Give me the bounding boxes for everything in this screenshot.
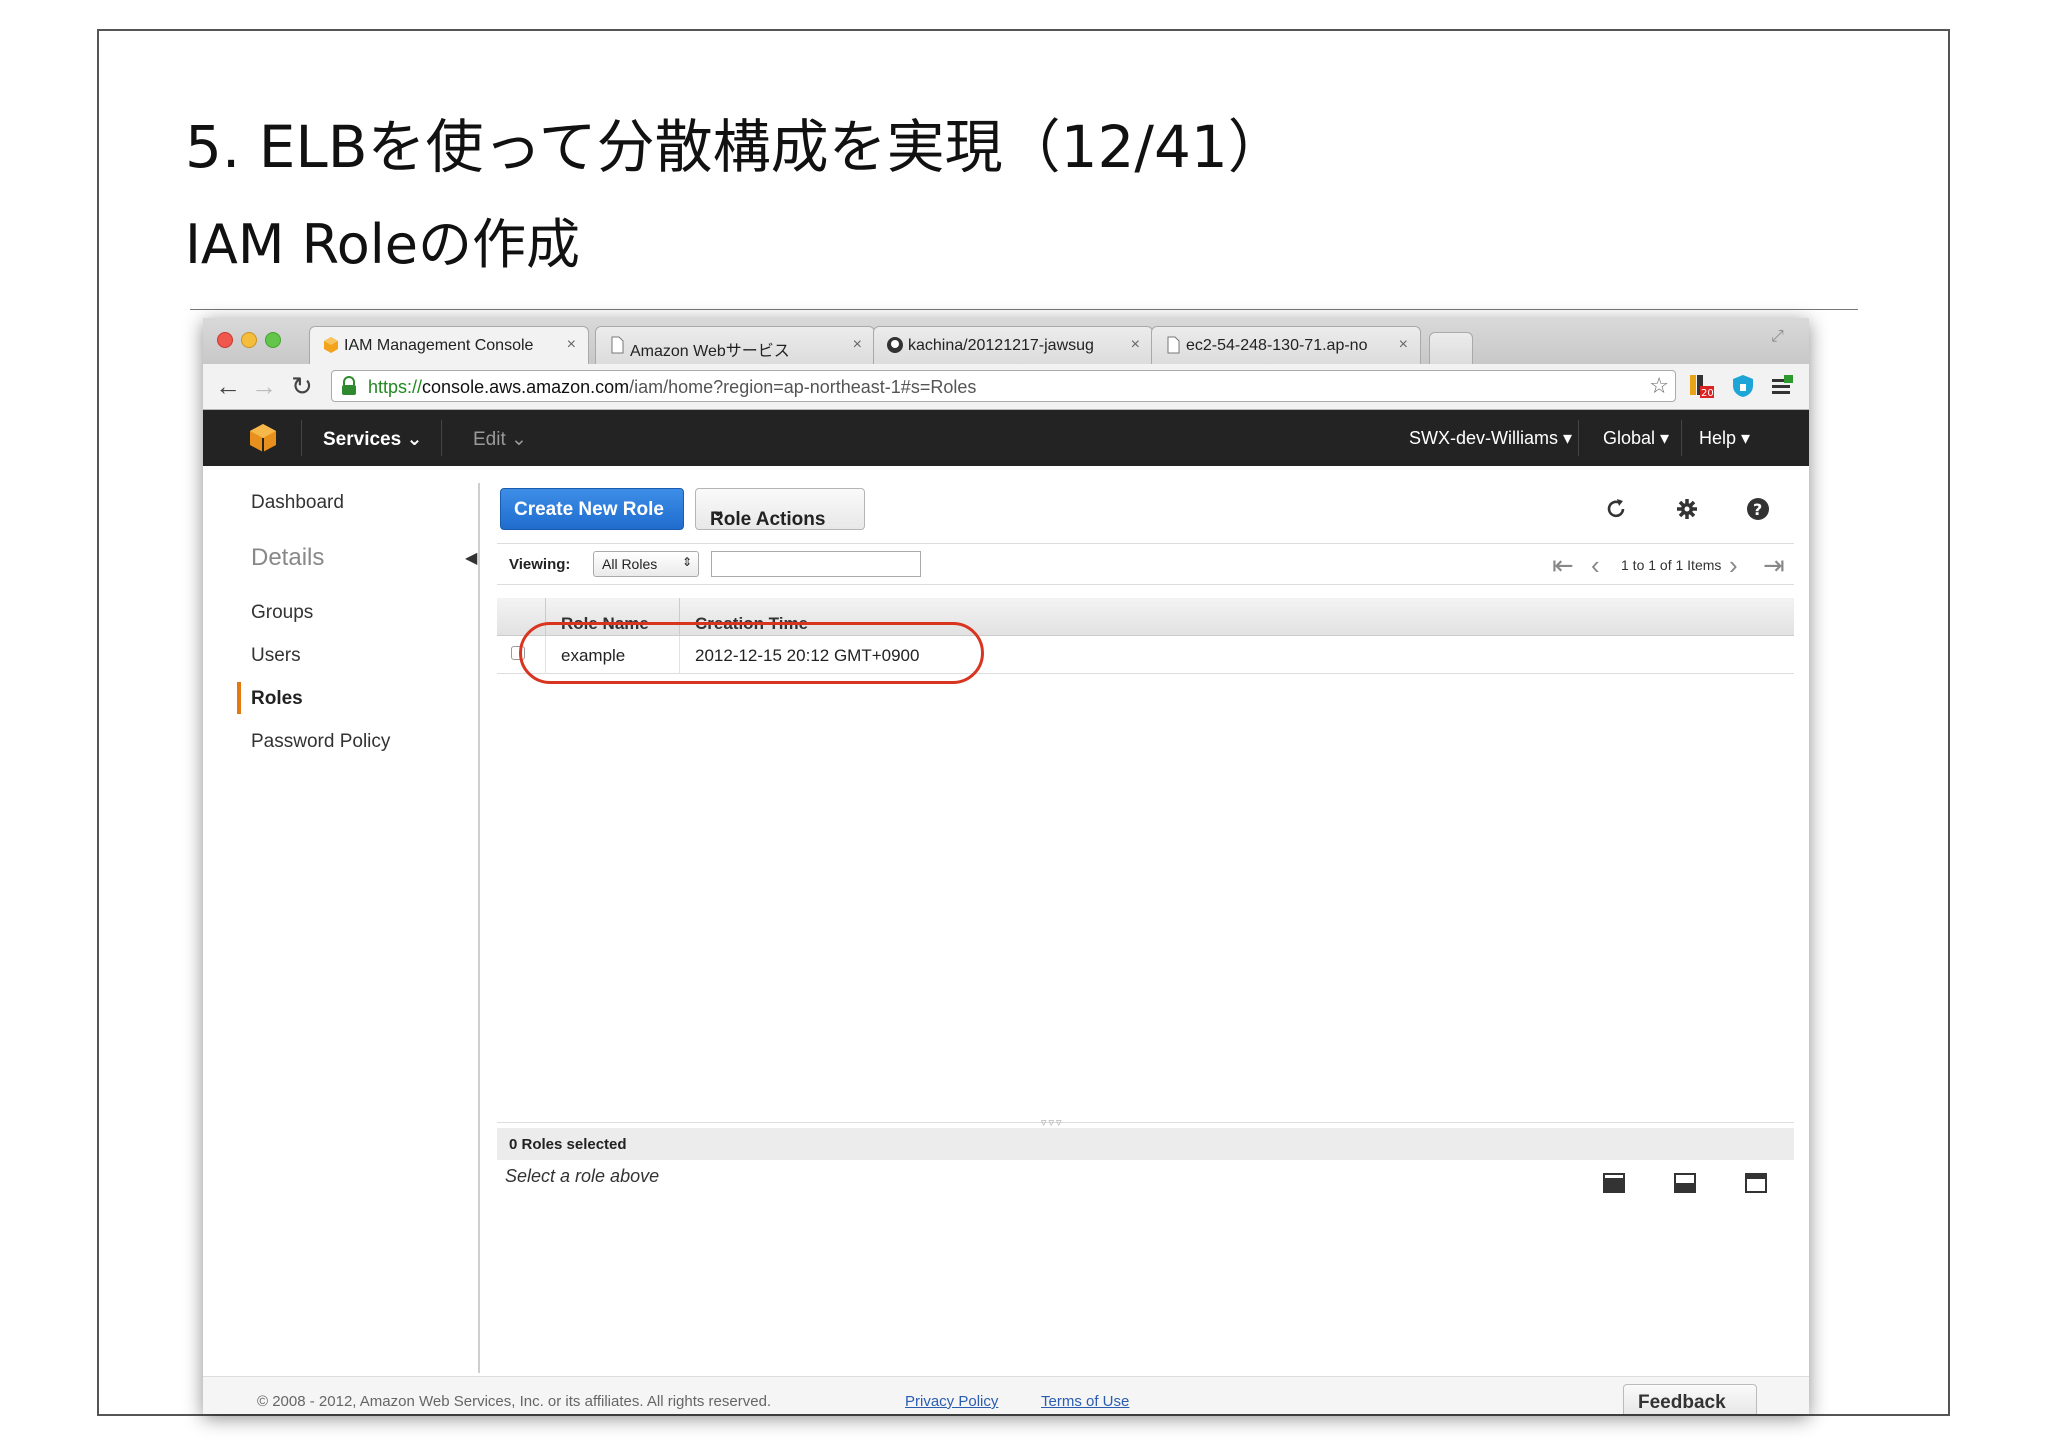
tab-label: ec2-54-248-130-71.ap-no: [1186, 337, 1368, 354]
sidebar-item-users[interactable]: Users: [251, 645, 301, 667]
settings-gear-icon[interactable]: [1674, 496, 1700, 522]
address-bar[interactable]: https://console.aws.amazon.com/iam/home?…: [331, 370, 1676, 402]
sidebar-item-roles[interactable]: Roles: [251, 688, 303, 710]
zoom-window-button[interactable]: [265, 332, 281, 348]
extension-bar-icon[interactable]: 20: [1688, 373, 1714, 399]
services-menu[interactable]: Services ⌄: [323, 428, 422, 451]
terms-of-use-link[interactable]: Terms of Use: [1041, 1393, 1129, 1410]
help-menu[interactable]: Help ▾: [1699, 428, 1750, 449]
header-separator: [1578, 420, 1579, 456]
new-tab-button[interactable]: [1429, 332, 1473, 364]
slide-divider: [190, 309, 1858, 310]
page-icon: [1167, 336, 1180, 354]
close-tab-icon[interactable]: ×: [1399, 336, 1408, 354]
region-menu[interactable]: Global ▾: [1603, 428, 1669, 449]
reload-icon[interactable]: ↻: [291, 372, 313, 400]
copyright-text: © 2008 - 2012, Amazon Web Services, Inc.…: [257, 1393, 772, 1410]
tab-label: IAM Management Console: [344, 337, 534, 354]
detail-empty-message: Select a role above: [505, 1166, 660, 1186]
aws-console-header: Services ⌄ Edit ⌄ SWX-dev-Williams ▾ Glo…: [203, 410, 1809, 466]
forward-arrow-icon[interactable]: →: [251, 372, 277, 400]
back-arrow-icon[interactable]: ←: [215, 372, 241, 400]
url-text: https://console.aws.amazon.com/iam/home?…: [368, 377, 977, 397]
aws-cube-icon[interactable]: [247, 422, 279, 454]
last-page-icon[interactable]: ⇥: [1763, 550, 1785, 581]
first-page-icon[interactable]: ⇤: [1552, 550, 1574, 581]
browser-toolbar: ← → ↻ https://console.aws.amazon.com/iam…: [203, 364, 1809, 410]
layout-split-pane-icon[interactable]: [1674, 1172, 1696, 1194]
viewing-label: Viewing:: [509, 556, 571, 573]
slide-title: 5. ELBを使って分散構成を実現（12/41）: [185, 113, 1286, 181]
close-window-button[interactable]: [217, 332, 233, 348]
feedback-button[interactable]: Feedback: [1623, 1384, 1757, 1414]
menu-icon[interactable]: [1769, 373, 1795, 399]
header-separator: [441, 420, 442, 456]
aws-cube-icon: [324, 337, 338, 353]
next-page-icon[interactable]: ›: [1729, 550, 1738, 581]
browser-window: IAM Management Console × Amazon Webサービス …: [203, 318, 1809, 1414]
tab-ec2-instance[interactable]: ec2-54-248-130-71.ap-no ×: [1151, 326, 1421, 364]
page-icon: [611, 336, 624, 354]
help-icon[interactable]: ?: [1745, 496, 1771, 522]
active-item-indicator: [237, 682, 241, 714]
pagination-text: 1 to 1 of 1 Items: [1621, 557, 1722, 573]
close-tab-icon[interactable]: ×: [567, 336, 576, 354]
sidebar-item-dashboard[interactable]: Dashboard: [251, 492, 344, 514]
sidebar-section-details: Details: [251, 544, 325, 571]
selected-count: 0 Roles selected: [509, 1136, 627, 1153]
create-new-role-button[interactable]: Create New Role: [500, 488, 684, 530]
tab-github-kachina[interactable]: kachina/20121217-jawsug ×: [873, 326, 1153, 364]
close-tab-icon[interactable]: ×: [1131, 336, 1140, 354]
layout-top-pane-icon[interactable]: [1745, 1172, 1767, 1194]
viewing-select[interactable]: All Roles ⇕: [593, 551, 699, 577]
bookmark-star-icon[interactable]: ☆: [1649, 373, 1669, 399]
sidebar-divider[interactable]: [478, 483, 480, 1373]
sidebar-item-password-policy[interactable]: Password Policy: [251, 731, 390, 753]
layout-bottom-pane-icon[interactable]: [1603, 1172, 1625, 1194]
select-arrows-icon: ⇕: [681, 555, 692, 569]
tab-iam-console[interactable]: IAM Management Console ×: [309, 326, 589, 364]
shield-extension-icon[interactable]: [1730, 373, 1756, 399]
detail-header: 0 Roles selected: [497, 1128, 1794, 1160]
refresh-icon[interactable]: [1603, 496, 1629, 522]
github-icon: [887, 337, 903, 353]
sidebar: Dashboard Details Groups Users Roles Pas…: [203, 466, 478, 1386]
tab-strip: IAM Management Console × Amazon Webサービス …: [203, 318, 1809, 364]
slide-subtitle: IAM Roleの作成: [185, 213, 580, 276]
fullscreen-icon[interactable]: ⤢: [1771, 328, 1784, 346]
lock-icon: [342, 376, 356, 395]
svg-text:?: ?: [1753, 500, 1762, 519]
filter-bar: Viewing: All Roles ⇕ ⇤ ‹ 1 to 1 of 1 Item…: [497, 543, 1794, 585]
account-menu[interactable]: SWX-dev-Williams ▾: [1409, 428, 1572, 449]
annotation-highlight-oval: [519, 622, 984, 684]
header-separator: [301, 420, 302, 456]
privacy-policy-link[interactable]: Privacy Policy: [905, 1393, 998, 1410]
header-separator: [1681, 420, 1682, 456]
page-footer: © 2008 - 2012, Amazon Web Services, Inc.…: [203, 1376, 1809, 1414]
sidebar-item-groups[interactable]: Groups: [251, 602, 313, 624]
minimize-window-button[interactable]: [241, 332, 257, 348]
collapse-sidebar-icon[interactable]: ◀: [465, 548, 477, 568]
filter-input[interactable]: [711, 551, 921, 577]
tab-label: kachina/20121217-jawsug: [908, 337, 1094, 354]
close-tab-icon[interactable]: ×: [853, 336, 862, 354]
edit-menu[interactable]: Edit ⌄: [473, 428, 527, 451]
role-actions-button[interactable]: Role Actions ⌄: [695, 488, 865, 530]
tab-label: Amazon Webサービス: [630, 343, 790, 360]
svg-text:20: 20: [1701, 388, 1714, 399]
previous-page-icon[interactable]: ‹: [1591, 550, 1600, 581]
tab-amazon-web-services[interactable]: Amazon Webサービス ×: [595, 326, 875, 364]
